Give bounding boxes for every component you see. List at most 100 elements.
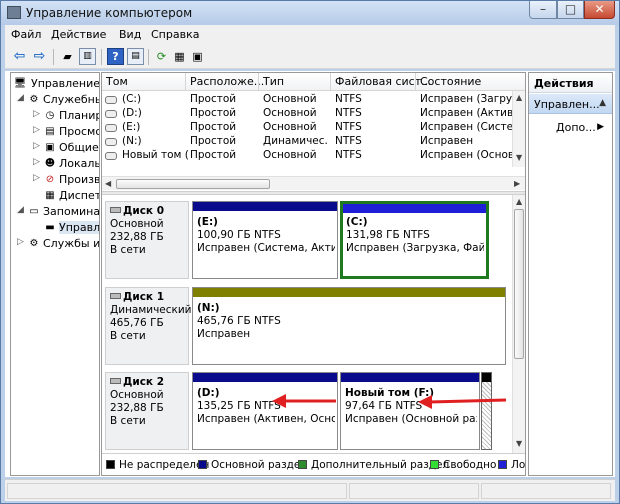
scroll-left-icon[interactable]: ◀ (105, 179, 111, 188)
computer-management-icon (7, 6, 21, 19)
menu-file[interactable]: Файл (11, 28, 41, 41)
tree-item-label: Локальные пользователи (59, 157, 100, 170)
partition-bar (193, 202, 337, 211)
properties-icon[interactable]: ▤ (127, 48, 144, 65)
volume-icon (105, 138, 117, 146)
disk-2-label[interactable]: Диск 2 Основной 232,88 ГБ В сети (105, 372, 189, 450)
volume-row[interactable]: (D:) Простой Основной NTFS Исправен (Акт… (102, 107, 512, 121)
volume-layout: Простой (190, 93, 237, 105)
tree-item-label: Управление дисками (59, 221, 99, 234)
volume-type: Основной (263, 149, 317, 161)
expander-icon[interactable]: ▷ (33, 141, 41, 151)
disk-status: В сети (110, 330, 146, 342)
back-arrow-icon[interactable]: ⇦ (11, 48, 28, 65)
expander-icon[interactable]: ◢ (17, 93, 25, 103)
legend-item-extended: Дополнительный раздел (298, 459, 449, 471)
disk-status: В сети (110, 244, 146, 256)
disk-type: Основной (110, 389, 164, 401)
expander-icon[interactable]: ▷ (17, 237, 25, 247)
partition-label: (E:) (197, 216, 218, 228)
partition-n[interactable]: (N:) 465,76 ГБ NTFS Исправен (192, 287, 506, 365)
users-icon: ☻ (44, 158, 56, 169)
menu-action[interactable]: Действие (51, 28, 106, 41)
help-icon[interactable]: ? (107, 48, 124, 65)
legend-item-free: Свободно (430, 459, 496, 471)
legend-swatch (198, 460, 207, 469)
volume-row[interactable]: Новый том (F:) Простой Основной NTFS Исп… (102, 149, 512, 163)
volume-icon (105, 96, 117, 104)
volume-status: Исправен (Активен, (420, 107, 512, 119)
show-tree-icon[interactable]: ▥ (79, 48, 96, 65)
forward-arrow-icon[interactable]: ⇨ (31, 48, 48, 65)
volume-row[interactable]: (E:) Простой Основной NTFS Исправен (Сис… (102, 121, 512, 135)
status-segment (7, 483, 347, 499)
expander-icon[interactable]: ▷ (33, 173, 41, 183)
column-header-volume[interactable]: Том (102, 75, 128, 88)
horizontal-scroll-thumb[interactable] (116, 179, 270, 189)
partition-c[interactable]: (C:) 131,98 ГБ NTFS Исправен (Загрузка, … (340, 201, 489, 279)
window-title: Управление компьютером (26, 6, 193, 20)
partition-d[interactable]: (D:) 135,25 ГБ NTFS Исправен (Активен, О… (192, 372, 338, 450)
tree-item-label: Планировщик заданий (59, 109, 99, 122)
expander-icon[interactable]: ▷ (33, 125, 41, 135)
scroll-up-icon[interactable]: ▲ (516, 93, 522, 102)
disk-0-label[interactable]: Диск 0 Основной 232,88 ГБ В сети (105, 201, 189, 279)
export-icon[interactable]: ▦ (171, 48, 188, 65)
volume-filesystem: NTFS (335, 149, 362, 161)
volume-list-header: Том Расположе... Тип Файловая сист... Со… (102, 73, 525, 91)
partition-label: (N:) (197, 302, 220, 314)
scroll-down-icon[interactable]: ▼ (516, 439, 522, 448)
partition-e[interactable]: (E:) 100,90 ГБ NTFS Исправен (Система, А… (192, 201, 338, 279)
collapse-arrow-icon[interactable]: ▲ (599, 98, 606, 108)
volume-layout: Простой (190, 121, 237, 133)
legend-swatch (430, 460, 439, 469)
toolbar-separator (53, 49, 54, 65)
scroll-right-icon[interactable]: ▶ (514, 179, 520, 188)
partition-f[interactable]: Новый том (F:) 97,64 ГБ NTFS Исправен (О… (340, 372, 480, 450)
legend-item-unallocated: Не распределен (106, 459, 209, 471)
close-button[interactable]: ✕ (584, 1, 615, 19)
disk-view-scroll-thumb[interactable] (514, 209, 524, 359)
tree-item-label: Службы и приложения (43, 237, 100, 250)
toolbar-separator (101, 49, 102, 65)
disk-1-label[interactable]: Диск 1 Динамический 465,76 ГБ В сети (105, 287, 192, 365)
minimize-button[interactable]: – (529, 1, 557, 19)
menu-help[interactable]: Справка (151, 28, 199, 41)
column-header-status[interactable]: Состояние (416, 75, 481, 88)
scroll-up-icon[interactable]: ▲ (516, 197, 522, 206)
title-bar: Управление компьютером – □ ✕ (1, 1, 619, 25)
console-icon[interactable]: ▣ (189, 48, 206, 65)
disk-view-scrollbar[interactable]: ▲ ▼ (512, 195, 525, 453)
volume-list-scrollbar[interactable]: ▲ ▼ (512, 91, 525, 167)
volume-layout: Простой (190, 149, 237, 161)
volume-filesystem: NTFS (335, 121, 362, 133)
column-header-layout[interactable]: Расположе... (186, 75, 264, 88)
scroll-down-icon[interactable]: ▼ (516, 153, 522, 162)
disk-size: 232,88 ГБ (110, 231, 164, 243)
folder-up-icon[interactable]: ▰ (59, 48, 76, 65)
disk-management-pane: Том Расположе... Тип Файловая сист... Со… (101, 72, 526, 476)
horizontal-scrollbar[interactable]: ◀ ▶ (102, 176, 525, 190)
actions-more-item[interactable]: Допо... ▶ (529, 119, 612, 137)
volume-name: (C:) (122, 93, 142, 105)
disk-icon (110, 293, 121, 299)
refresh-icon[interactable]: ⟳ (153, 48, 170, 65)
volume-icon (105, 110, 117, 118)
disk-icon (110, 207, 121, 213)
actions-group-disk-management[interactable]: Управлен... ▲ (529, 94, 612, 114)
expander-icon[interactable]: ◢ (17, 205, 25, 215)
menu-view[interactable]: Вид (119, 28, 141, 41)
unallocated-space[interactable] (481, 372, 492, 450)
expander-icon[interactable]: ▷ (33, 109, 41, 119)
actions-header: Действия (529, 73, 612, 93)
disk-management-icon: ▬ (45, 222, 55, 233)
column-header-type[interactable]: Тип (259, 75, 284, 88)
partition-size: 131,98 ГБ NTFS (346, 229, 430, 241)
volume-row[interactable]: (C:) Простой Основной NTFS Исправен (Заг… (102, 93, 512, 107)
event-viewer-icon: ▤ (45, 126, 55, 137)
maximize-button[interactable]: □ (557, 1, 584, 19)
expander-icon[interactable]: ▷ (33, 157, 41, 167)
volume-row[interactable]: (N:) Простой Динамичес... NTFS Исправен (102, 135, 512, 149)
volume-icon (105, 152, 117, 160)
partition-label: (C:) (346, 216, 368, 228)
